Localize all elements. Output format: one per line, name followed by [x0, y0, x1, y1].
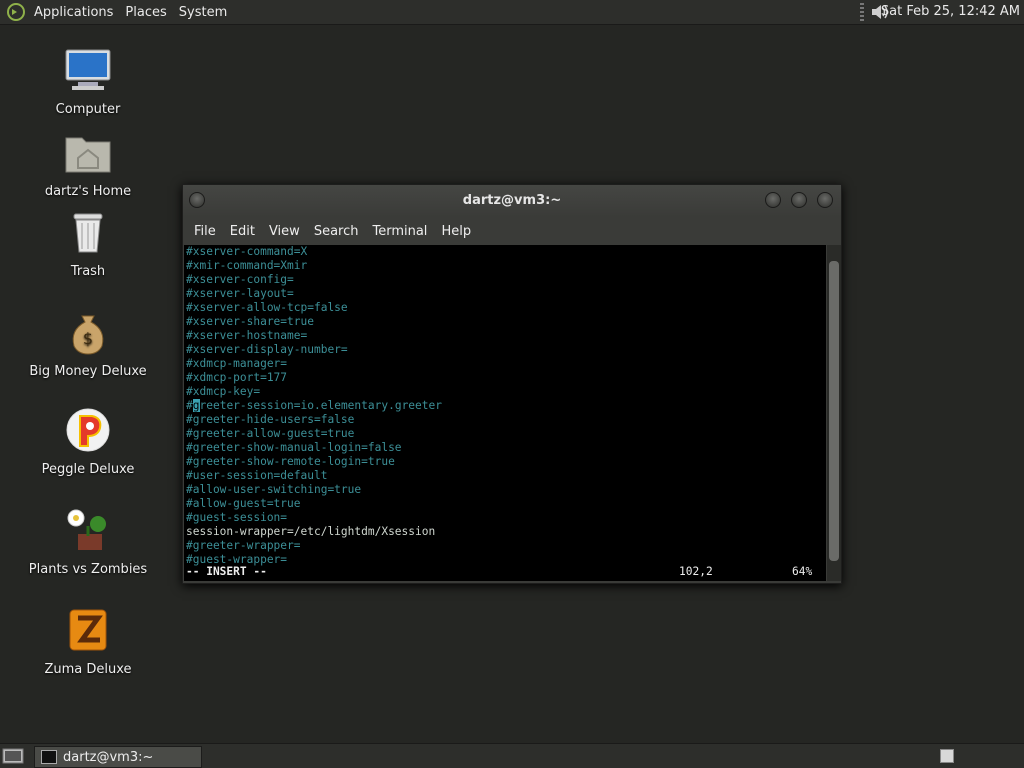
- buffer-line: #xserver-command=X: [186, 245, 308, 258]
- buffer-line: #greeter-wrapper=: [186, 539, 301, 552]
- terminal-scrollbar[interactable]: [827, 245, 841, 581]
- vim-statusline: -- INSERT -- 102,2 64%: [184, 565, 826, 579]
- home-folder-icon: [65, 137, 111, 173]
- menu-help[interactable]: Help: [434, 224, 478, 239]
- desktop-icon-label: Plants vs Zombies: [28, 562, 148, 577]
- buffer-line: #xserver-hostname=: [186, 329, 308, 342]
- buffer-line: #greeter-allow-guest=true: [186, 427, 355, 440]
- trash-icon: [73, 213, 103, 253]
- terminal-icon: [41, 750, 57, 764]
- buffer-line: session-wrapper=/etc/lightdm/Xsession: [186, 525, 436, 538]
- clock[interactable]: Sat Feb 25, 12:42 AM: [881, 4, 1020, 19]
- taskbar-item-label: dartz@vm3:~: [63, 749, 154, 765]
- buffer-line: #xserver-layout=: [186, 287, 294, 300]
- close-button[interactable]: [817, 192, 833, 208]
- menu-terminal[interactable]: Terminal: [365, 224, 434, 239]
- bottom-panel: dartz@vm3:~: [0, 743, 1024, 768]
- terminal-text-area[interactable]: #xserver-command=X #xmir-command=Xmir #xse…: [184, 245, 826, 581]
- places-menu[interactable]: Places: [119, 5, 172, 20]
- desktop-icon-peggle[interactable]: Peggle Deluxe: [28, 406, 148, 477]
- plants-vs-zombies-icon: [67, 509, 106, 550]
- system-menu[interactable]: System: [173, 5, 233, 20]
- desktop-icon-label: dartz's Home: [44, 184, 132, 199]
- applications-menu[interactable]: Applications: [28, 5, 119, 20]
- buffer-line: #xmir-command=Xmir: [186, 259, 308, 272]
- scroll-percent: 64%: [792, 565, 813, 578]
- buffer-line: #greeter-hide-users=false: [186, 413, 355, 426]
- desktop-icon-computer[interactable]: Computer: [28, 46, 148, 117]
- buffer-line: #greeter-session=io.elementary.greeter: [186, 399, 442, 412]
- buffer-line: #allow-user-switching=true: [186, 483, 362, 496]
- menu-edit[interactable]: Edit: [223, 224, 262, 239]
- buffer-line: #xserver-allow-tcp=false: [186, 301, 348, 314]
- taskbar-item-terminal[interactable]: dartz@vm3:~: [34, 746, 202, 768]
- terminal-menubar: File Edit View Search Terminal Help: [183, 217, 841, 245]
- buffer-line: #guest-session=: [186, 511, 288, 524]
- terminal-window[interactable]: dartz@vm3:~ File Edit View Search Termin…: [182, 184, 842, 584]
- desktop-icon-label: Computer: [55, 102, 121, 117]
- vim-mode: -- INSERT --: [186, 565, 267, 578]
- buffer-line: #xdmcp-key=: [186, 385, 261, 398]
- buffer-line: #greeter-show-manual-login=false: [186, 441, 402, 454]
- vim-buffer: #xserver-command=X #xmir-command=Xmir #xse…: [184, 245, 826, 567]
- buffer-line: #xserver-share=true: [186, 315, 314, 328]
- panel-handle: [860, 3, 864, 21]
- desktop-icon-zuma[interactable]: Zuma Deluxe: [28, 606, 148, 677]
- desktop-icon-big-money[interactable]: $ Big Money Deluxe: [28, 308, 148, 379]
- desktop-icon-label: Big Money Deluxe: [29, 364, 147, 379]
- computer-icon: [65, 49, 111, 90]
- buffer-line: #greeter-show-remote-login=true: [186, 455, 395, 468]
- svg-text:$: $: [83, 329, 93, 348]
- desktop-icon-label: Peggle Deluxe: [41, 462, 135, 477]
- text-cursor: g: [192, 399, 200, 412]
- show-desktop-icon[interactable]: [2, 747, 24, 765]
- minimize-button[interactable]: [765, 192, 781, 208]
- peggle-icon: [66, 408, 110, 452]
- menu-search[interactable]: Search: [307, 224, 366, 239]
- buffer-line: #xserver-display-number=: [186, 343, 348, 356]
- buffer-line: #xdmcp-manager=: [186, 357, 288, 370]
- desktop-icon-trash[interactable]: Trash: [28, 208, 148, 279]
- desktop-icon-label: Trash: [70, 264, 106, 279]
- desktop-icon-pvz[interactable]: Plants vs Zombies: [28, 506, 148, 577]
- desktop-icon-home[interactable]: dartz's Home: [28, 128, 148, 199]
- cursor-position: 102,2: [679, 565, 713, 578]
- buffer-line: #user-session=default: [186, 469, 328, 482]
- window-titlebar[interactable]: dartz@vm3:~: [183, 185, 841, 217]
- zuma-icon: [69, 609, 107, 651]
- buffer-line: #xdmcp-port=177: [186, 371, 288, 384]
- distro-logo-icon[interactable]: [6, 2, 26, 22]
- scrollbar-thumb[interactable]: [829, 261, 839, 561]
- money-bag-icon: $: [72, 315, 104, 355]
- workspace-switcher[interactable]: [940, 749, 954, 763]
- buffer-line: #xserver-config=: [186, 273, 294, 286]
- buffer-line: #allow-guest=true: [186, 497, 301, 510]
- menu-view[interactable]: View: [262, 224, 307, 239]
- menu-file[interactable]: File: [187, 224, 223, 239]
- window-title: dartz@vm3:~: [462, 193, 562, 208]
- maximize-button[interactable]: [791, 192, 807, 208]
- desktop-icon-label: Zuma Deluxe: [44, 662, 132, 677]
- top-panel: Applications Places System Sat Feb 25, 1…: [0, 0, 1024, 25]
